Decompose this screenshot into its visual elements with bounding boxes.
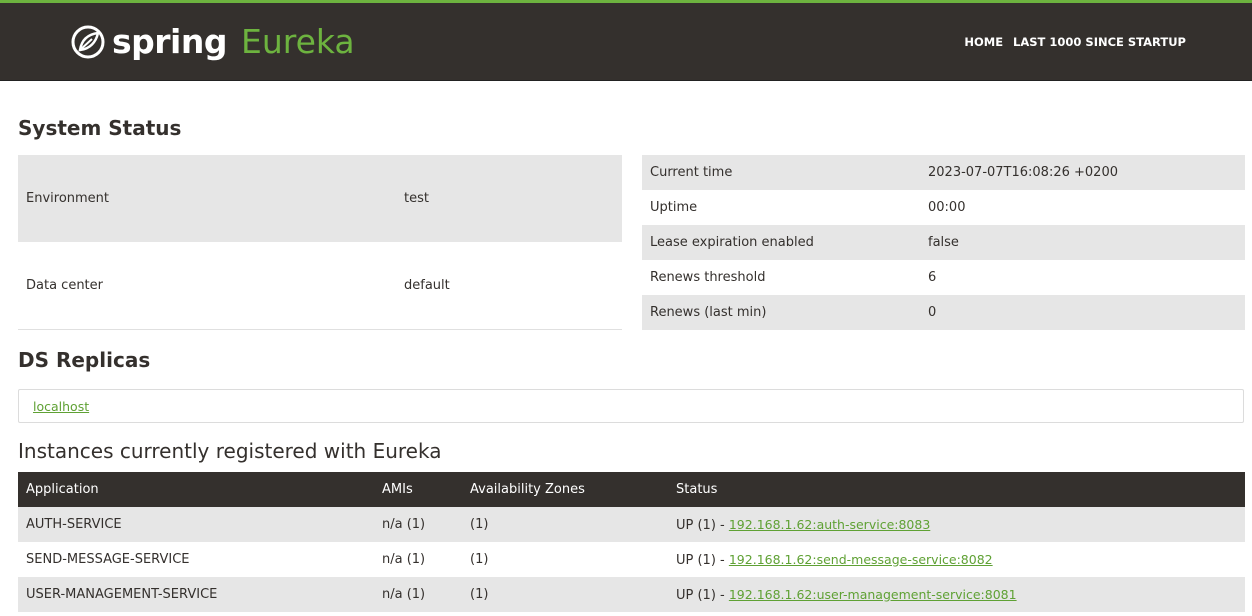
status-cell: UP (1) - 192.168.1.62:auth-service:8083 [668,507,1245,542]
ds-replicas-list: localhost [18,389,1244,423]
status-value: 0 [920,295,1245,330]
status-value: 6 [928,270,937,285]
header-status: Status [668,472,1245,507]
amis-cell: n/a (1) [374,577,462,612]
status-row: Environment test [18,155,622,242]
application-cell: USER-MANAGEMENT-SERVICE [18,577,374,612]
status-key: Renews (last min) [642,295,920,330]
application-cell: AUTH-SERVICE [18,507,374,542]
brand-spring-text: spring [112,22,227,61]
instance-link[interactable]: 192.168.1.62:auth-service:8083 [729,517,930,532]
amis-cell: n/a (1) [374,507,462,542]
table-row: AUTH-SERVICE n/a (1) (1) UP (1) - 192.16… [18,507,1245,542]
nav-home-link[interactable]: HOME [964,35,1003,49]
ds-replicas-heading: DS Replicas [18,348,151,372]
status-row: Lease expiration enabled false [642,225,1245,260]
zones-cell: (1) [470,552,489,567]
status-key: Uptime [650,200,698,215]
system-status-tables: Environment test Data center default Cur… [18,155,1245,330]
status-key: Environment [18,155,396,242]
status-key: Data center [18,241,396,330]
table-row: SEND-MESSAGE-SERVICE n/a (1) (1) UP (1) … [18,542,1245,577]
system-status-left-table: Environment test Data center default [18,155,622,330]
status-row: Renews (last min) 0 [642,295,1245,330]
header-amis: AMIs [374,472,462,507]
status-value: 2023-07-07T16:08:26 +0200 [920,155,1245,190]
status-row: Renews threshold 6 [642,260,1245,295]
status-text: UP (1) - [676,587,729,603]
status-value: default [396,241,622,330]
zones-cell: (1) [462,507,668,542]
brand-logo[interactable]: spring Eureka [70,22,355,61]
nav-last1000-link[interactable]: LAST 1000 SINCE STARTUP [1013,35,1186,49]
status-row: Data center default [18,241,622,330]
zones-cell: (1) [462,577,668,612]
brand-eureka-text: Eureka [240,22,355,61]
status-text: UP (1) - [676,552,729,568]
status-row: Current time 2023-07-07T16:08:26 +0200 [642,155,1245,190]
system-status-heading: System Status [18,116,182,140]
status-value: false [920,225,1245,260]
status-key: Lease expiration enabled [642,225,920,260]
nav-links: HOME LAST 1000 SINCE STARTUP [964,35,1186,49]
status-value: 00:00 [928,200,966,215]
main-content: System Status Environment test Data cent… [0,81,1245,612]
status-cell: UP (1) - 192.168.1.62:user-management-se… [668,577,1245,612]
status-text: UP (1) - [676,517,729,533]
amis-cell: n/a (1) [382,552,426,567]
application-cell: SEND-MESSAGE-SERVICE [26,552,190,567]
status-value: test [396,155,622,242]
system-status-right-table: Current time 2023-07-07T16:08:26 +0200 U… [642,155,1245,330]
instances-header-row: Application AMIs Availability Zones Stat… [18,472,1245,507]
ds-replica-link[interactable]: localhost [33,399,89,414]
status-key: Renews threshold [650,270,766,285]
instance-link[interactable]: 192.168.1.62:send-message-service:8082 [729,552,993,567]
header-application: Application [18,472,374,507]
status-cell: UP (1) - 192.168.1.62:send-message-servi… [668,542,1245,577]
instances-table: Application AMIs Availability Zones Stat… [18,472,1245,612]
status-key: Current time [642,155,920,190]
navbar: spring Eureka HOME LAST 1000 SINCE START… [0,3,1252,81]
instances-heading: Instances currently registered with Eure… [18,439,442,463]
status-row: Uptime 00:00 [642,190,1245,225]
header-availability-zones: Availability Zones [462,472,668,507]
table-row: USER-MANAGEMENT-SERVICE n/a (1) (1) UP (… [18,577,1245,612]
spring-leaf-icon [71,25,105,58]
instance-link[interactable]: 192.168.1.62:user-management-service:808… [729,587,1017,602]
